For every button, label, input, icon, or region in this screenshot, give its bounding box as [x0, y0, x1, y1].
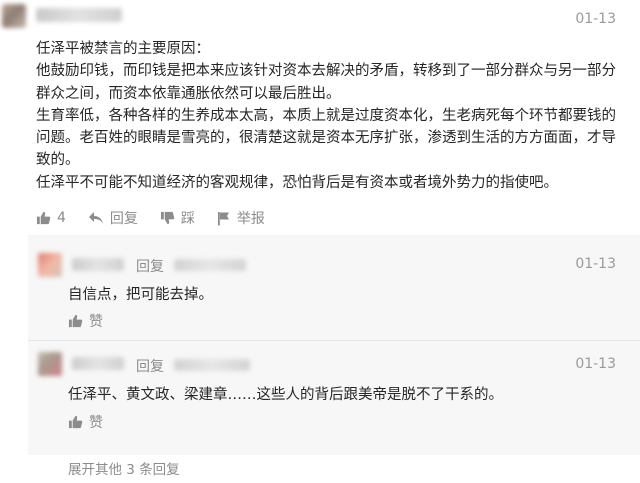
reply-label: 回复	[109, 211, 138, 227]
reply-avatar[interactable]	[38, 253, 62, 277]
reply-button[interactable]: 回复	[88, 208, 138, 228]
report-button[interactable]: 举报	[217, 208, 265, 228]
reply-to-label: 回复	[136, 259, 164, 275]
comment-paragraph: 他鼓励印钱，而印钱是把本来应该针对资本去解决的矛盾，转移到了一部分群众与另一部分…	[36, 63, 616, 102]
thumbs-up-icon	[36, 211, 51, 225]
like-count: 4	[57, 210, 66, 226]
comment-paragraph: 任泽平不可能不知道经济的客观规律，恐怕背后是有资本或者境外势力的指使吧。	[36, 174, 558, 191]
reply-text: 任泽平、黄文政、梁建章……这些人的背后跟美帝是脱不了干系的。	[68, 387, 503, 403]
reply-like-label: 赞	[89, 314, 103, 330]
expand-replies-link[interactable]: 展开其他 3 条回复	[68, 458, 180, 478]
comment-date: 01-13	[575, 11, 616, 27]
comment-body: 任泽平被禁言的主要原因： 他鼓励印钱，而印钱是把本来应该针对资本去解决的矛盾，转…	[36, 38, 618, 194]
like-button[interactable]: 4	[36, 210, 66, 226]
reply-actions: 赞	[68, 412, 125, 432]
comment-actions: 4 回复 踩 举报	[36, 208, 287, 228]
comment-paragraph: 生育率低，各种各样的生养成本太高，本质上就是过度资本化，生老病死每个环节都要钱的…	[36, 107, 616, 169]
reply-like-label: 赞	[89, 415, 103, 431]
commenter-name[interactable]	[36, 8, 122, 22]
reply-like-button[interactable]: 赞	[68, 311, 103, 331]
comment-paragraph: 任泽平被禁言的主要原因：	[36, 41, 210, 57]
reply-target-name[interactable]	[174, 259, 246, 271]
reply-date: 01-13	[575, 356, 616, 372]
reply-divider	[28, 340, 640, 341]
reply-arrow-icon	[88, 212, 103, 224]
reply-to-label: 回复	[136, 359, 164, 375]
thumbs-up-icon	[68, 314, 83, 328]
reply-text: 自信点，把可能去掉。	[68, 287, 213, 303]
reply-target-name[interactable]	[174, 359, 250, 371]
flag-icon	[217, 211, 229, 225]
dislike-button[interactable]: 踩	[160, 208, 195, 228]
reply-actions: 赞	[68, 311, 125, 331]
commenter-avatar[interactable]	[2, 4, 26, 28]
reply-avatar[interactable]	[38, 352, 62, 376]
reply-like-button[interactable]: 赞	[68, 412, 103, 432]
reply-date: 01-13	[575, 256, 616, 272]
thumbs-down-icon	[160, 211, 175, 225]
reply-author-name[interactable]	[72, 357, 124, 370]
thumbs-up-icon	[68, 415, 83, 429]
reply-author-name[interactable]	[72, 258, 124, 271]
report-label: 举报	[236, 211, 265, 227]
dislike-label: 踩	[180, 211, 195, 227]
